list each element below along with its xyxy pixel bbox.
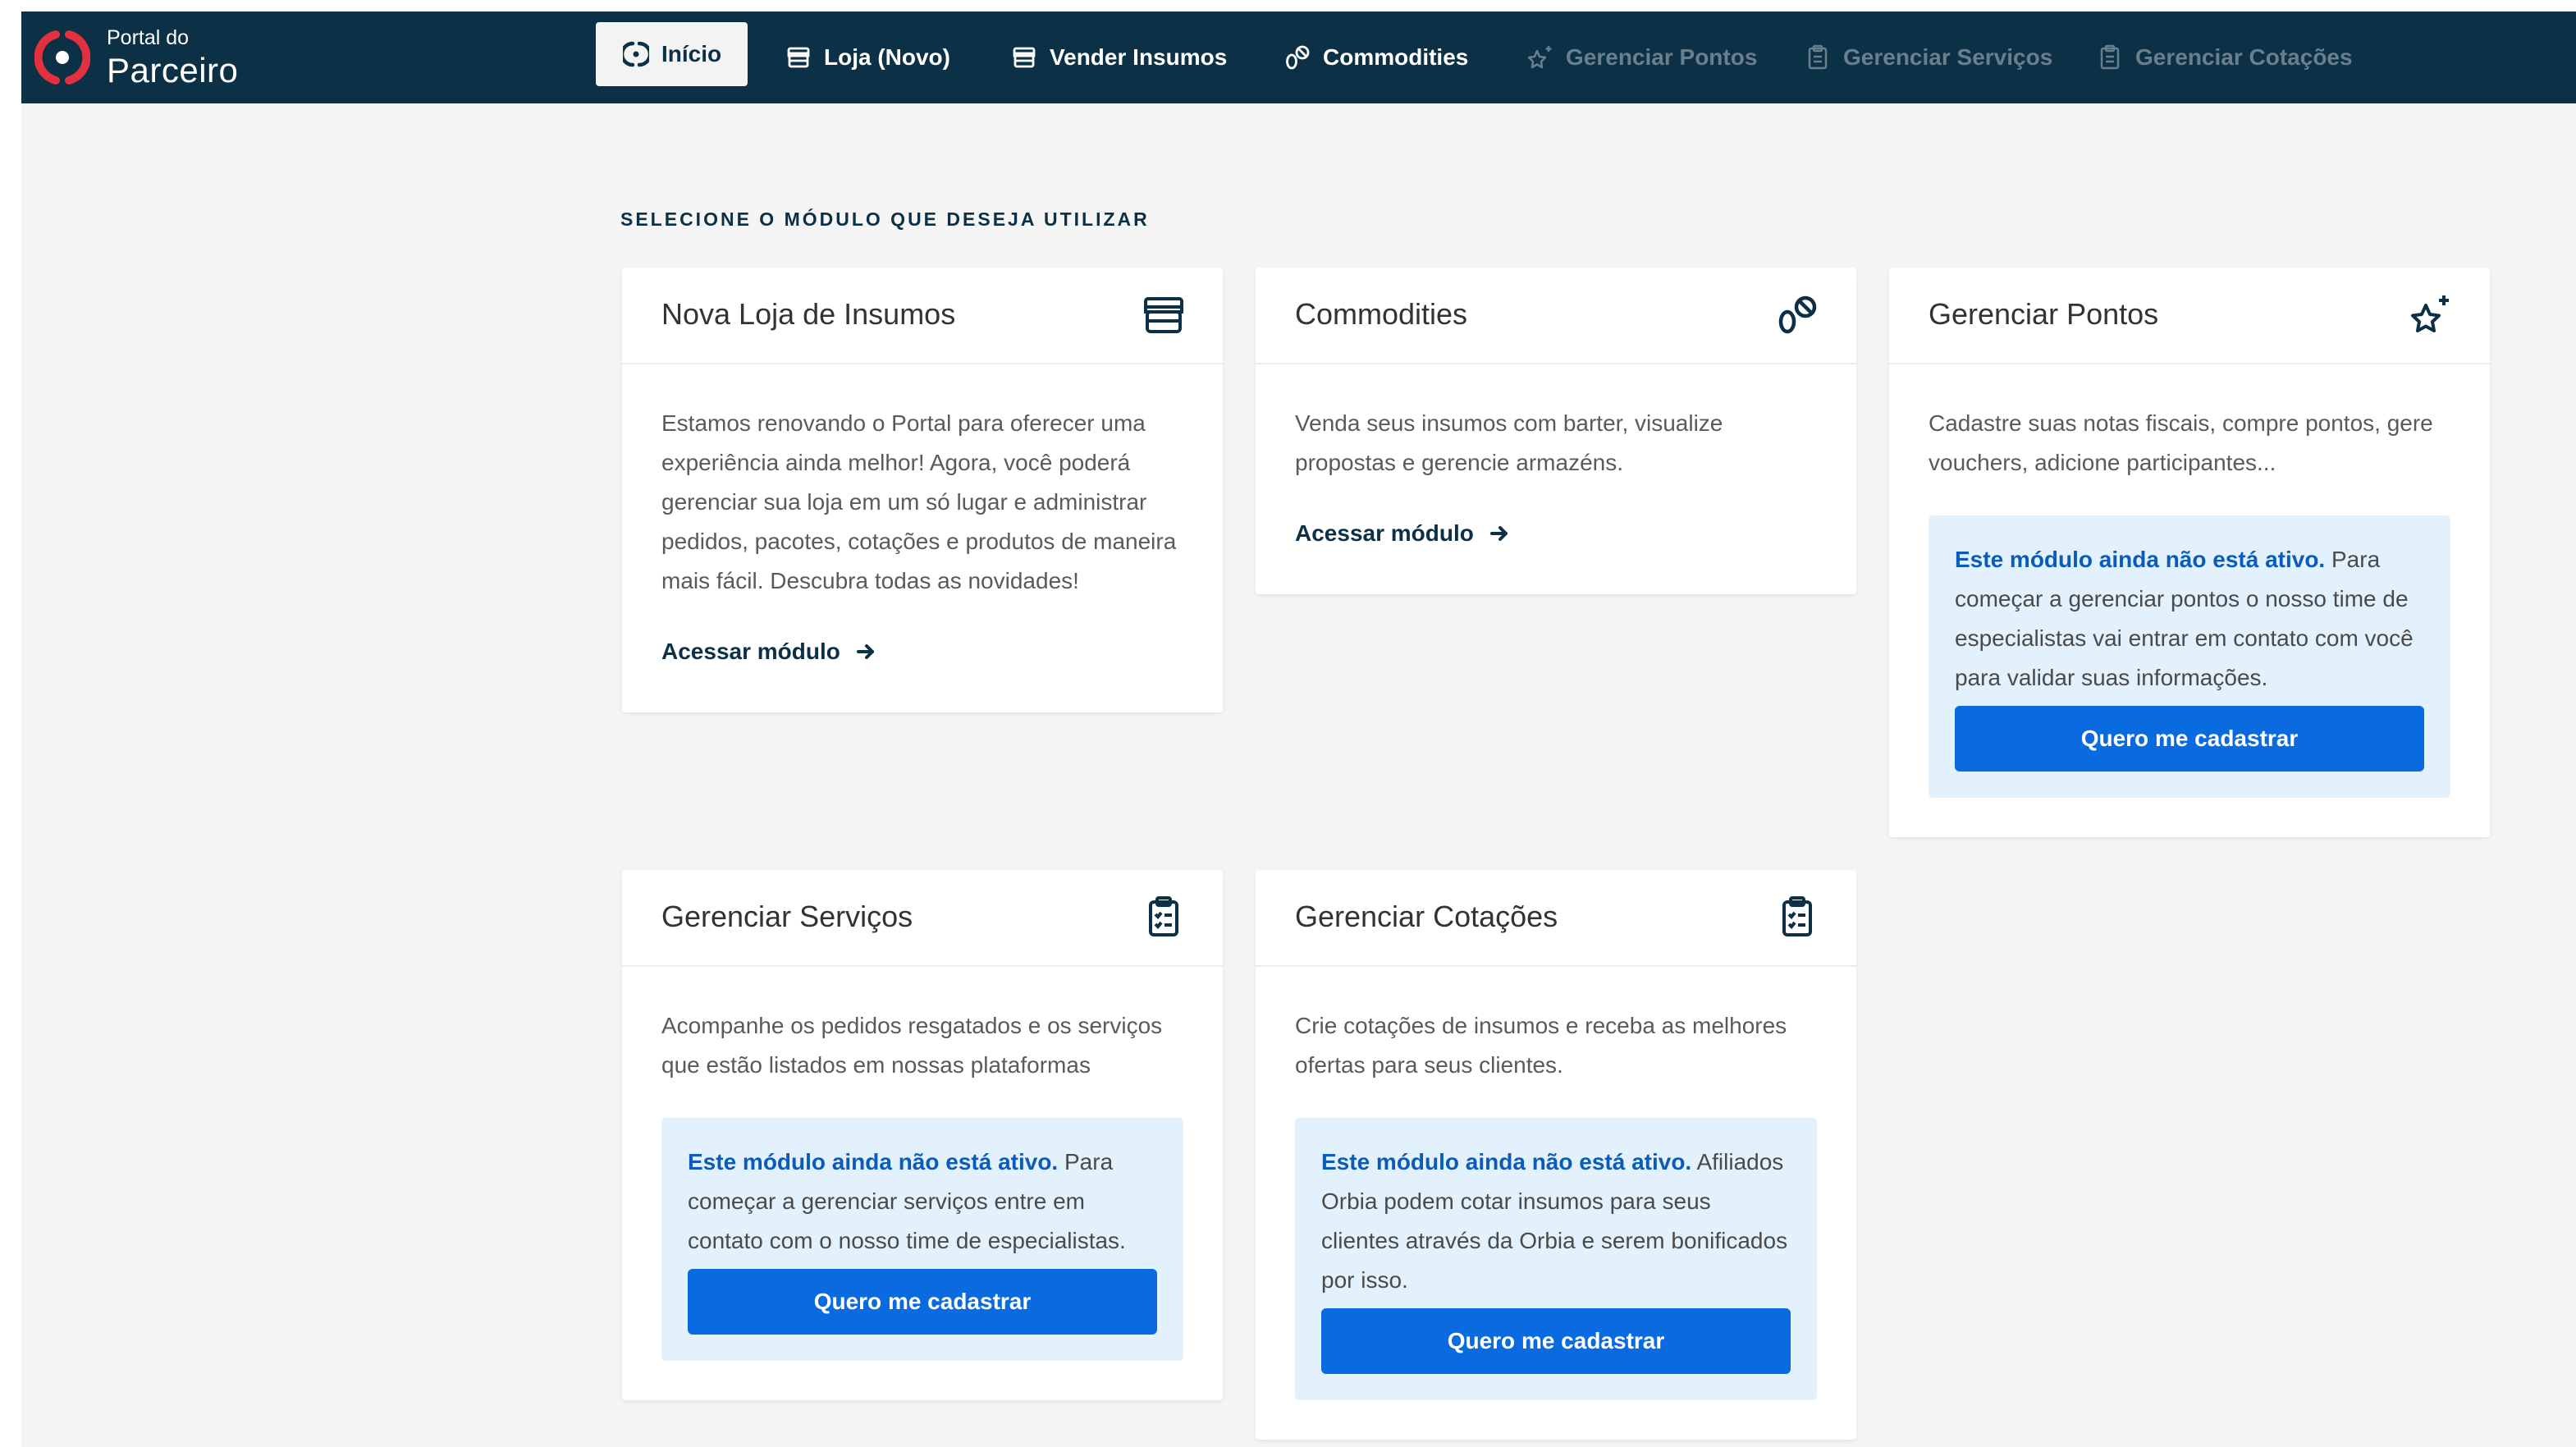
- notice-text: Este módulo ainda não está ativo. Afilia…: [1321, 1142, 1791, 1300]
- logo-big-text: Parceiro: [107, 50, 239, 89]
- nav-item-label: Vender Insumos: [1050, 44, 1228, 70]
- card-header: Gerenciar Serviços: [622, 870, 1223, 967]
- module-card-commodities: Commodities Venda seus insumos com barte…: [1256, 268, 1856, 594]
- module-card-servicos: Gerenciar Serviços Acompanhe os pedidos …: [622, 870, 1223, 1400]
- nav-item-vender-insumos[interactable]: Vender Insumos: [1010, 11, 1227, 103]
- notice-text: Este módulo ainda não está ativo. Para c…: [1955, 540, 2424, 698]
- nav-item-inicio[interactable]: Início: [596, 22, 748, 86]
- nav-item-gerenciar-pontos[interactable]: Gerenciar Pontos: [1526, 11, 1757, 103]
- arrow-right-icon: [855, 641, 876, 662]
- notice-strong: Este módulo ainda não está ativo.: [688, 1149, 1059, 1175]
- notice-text: Este módulo ainda não está ativo. Para c…: [688, 1142, 1157, 1261]
- module-card-cotacoes: Gerenciar Cotações Crie cotações de insu…: [1256, 870, 1856, 1440]
- card-description: Venda seus insumos com barter, visualize…: [1295, 410, 1723, 475]
- nav-item-gerenciar-cotacoes[interactable]: Gerenciar Cotações: [2096, 11, 2353, 103]
- notice-strong: Este módulo ainda não está ativo.: [1321, 1149, 1692, 1175]
- arrow-right-icon: [1489, 523, 1510, 544]
- card-description: Estamos renovando o Portal para oferecer…: [661, 410, 1177, 593]
- register-button[interactable]: Quero me cadastrar: [688, 1269, 1157, 1335]
- register-button[interactable]: Quero me cadastrar: [1321, 1308, 1791, 1374]
- access-module-link[interactable]: Acessar módulo: [661, 639, 876, 665]
- orbia-logo-icon: [622, 40, 650, 68]
- store-icon: [785, 44, 812, 71]
- card-header: Commodities: [1256, 268, 1856, 364]
- card-header: Gerenciar Pontos: [1889, 268, 2490, 364]
- logo-small-text: Portal do: [107, 25, 190, 49]
- inactive-module-notice: Este módulo ainda não está ativo. Para c…: [661, 1118, 1183, 1361]
- link-label: Acessar módulo: [1295, 520, 1474, 546]
- section-title: SELECIONE O MÓDULO QUE DESEJA UTILIZAR: [620, 208, 1150, 230]
- card-title: Gerenciar Pontos: [1929, 297, 2159, 331]
- nav-item-commodities[interactable]: Commodities: [1283, 11, 1468, 103]
- module-card-pontos: Gerenciar Pontos Cadastre suas notas fis…: [1889, 268, 2490, 837]
- notice-strong: Este módulo ainda não está ativo.: [1955, 547, 2326, 572]
- nav-item-label: Commodities: [1323, 44, 1469, 70]
- access-module-link[interactable]: Acessar módulo: [1295, 520, 1510, 547]
- portal-logo[interactable]: Portal do Parceiro: [34, 23, 238, 92]
- clipboard-icon: [1804, 44, 1832, 71]
- nav-item-label: Loja (Novo): [824, 44, 950, 70]
- clipboard-icon: [1141, 895, 1187, 941]
- clipboard-icon: [1774, 895, 1820, 941]
- page: Portal do Parceiro Início Loja (Novo) Ve…: [21, 11, 2576, 1447]
- coins-icon: [1774, 292, 1820, 338]
- card-title: Commodities: [1295, 297, 1468, 331]
- card-title: Nova Loja de Insumos: [661, 297, 956, 331]
- card-title: Gerenciar Cotações: [1295, 900, 1558, 933]
- nav-item-label: Gerenciar Serviços: [1843, 44, 2053, 70]
- card-header: Gerenciar Cotações: [1256, 870, 1856, 967]
- store-icon: [1141, 292, 1187, 338]
- card-title: Gerenciar Serviços: [661, 900, 913, 933]
- nav-item-loja-novo[interactable]: Loja (Novo): [785, 11, 950, 103]
- coins-icon: [1283, 44, 1311, 71]
- nav-item-label: Início: [661, 41, 722, 66]
- card-description: Cadastre suas notas fiscais, compre pont…: [1929, 410, 2433, 475]
- inactive-module-notice: Este módulo ainda não está ativo. Para c…: [1929, 515, 2450, 798]
- sparkle-star-icon: [1526, 44, 1554, 71]
- sparkle-star-icon: [2408, 292, 2454, 338]
- clipboard-icon: [2096, 44, 2124, 71]
- nav-item-label: Gerenciar Cotações: [2135, 44, 2353, 70]
- orbia-logo-icon: [34, 30, 91, 85]
- top-navbar: Portal do Parceiro Início Loja (Novo) Ve…: [21, 11, 2576, 103]
- inactive-module-notice: Este módulo ainda não está ativo. Afilia…: [1295, 1118, 1817, 1400]
- card-description: Acompanhe os pedidos resgatados e os ser…: [661, 1013, 1163, 1078]
- card-header: Nova Loja de Insumos: [622, 268, 1223, 364]
- link-label: Acessar módulo: [661, 639, 840, 664]
- nav-item-gerenciar-servicos[interactable]: Gerenciar Serviços: [1804, 11, 2052, 103]
- nav-item-label: Gerenciar Pontos: [1566, 44, 1758, 70]
- card-description: Crie cotações de insumos e receba as mel…: [1295, 1013, 1787, 1078]
- module-card-loja: Nova Loja de Insumos Estamos renovando o…: [622, 268, 1223, 712]
- store-icon: [1010, 44, 1038, 71]
- register-button[interactable]: Quero me cadastrar: [1955, 706, 2424, 772]
